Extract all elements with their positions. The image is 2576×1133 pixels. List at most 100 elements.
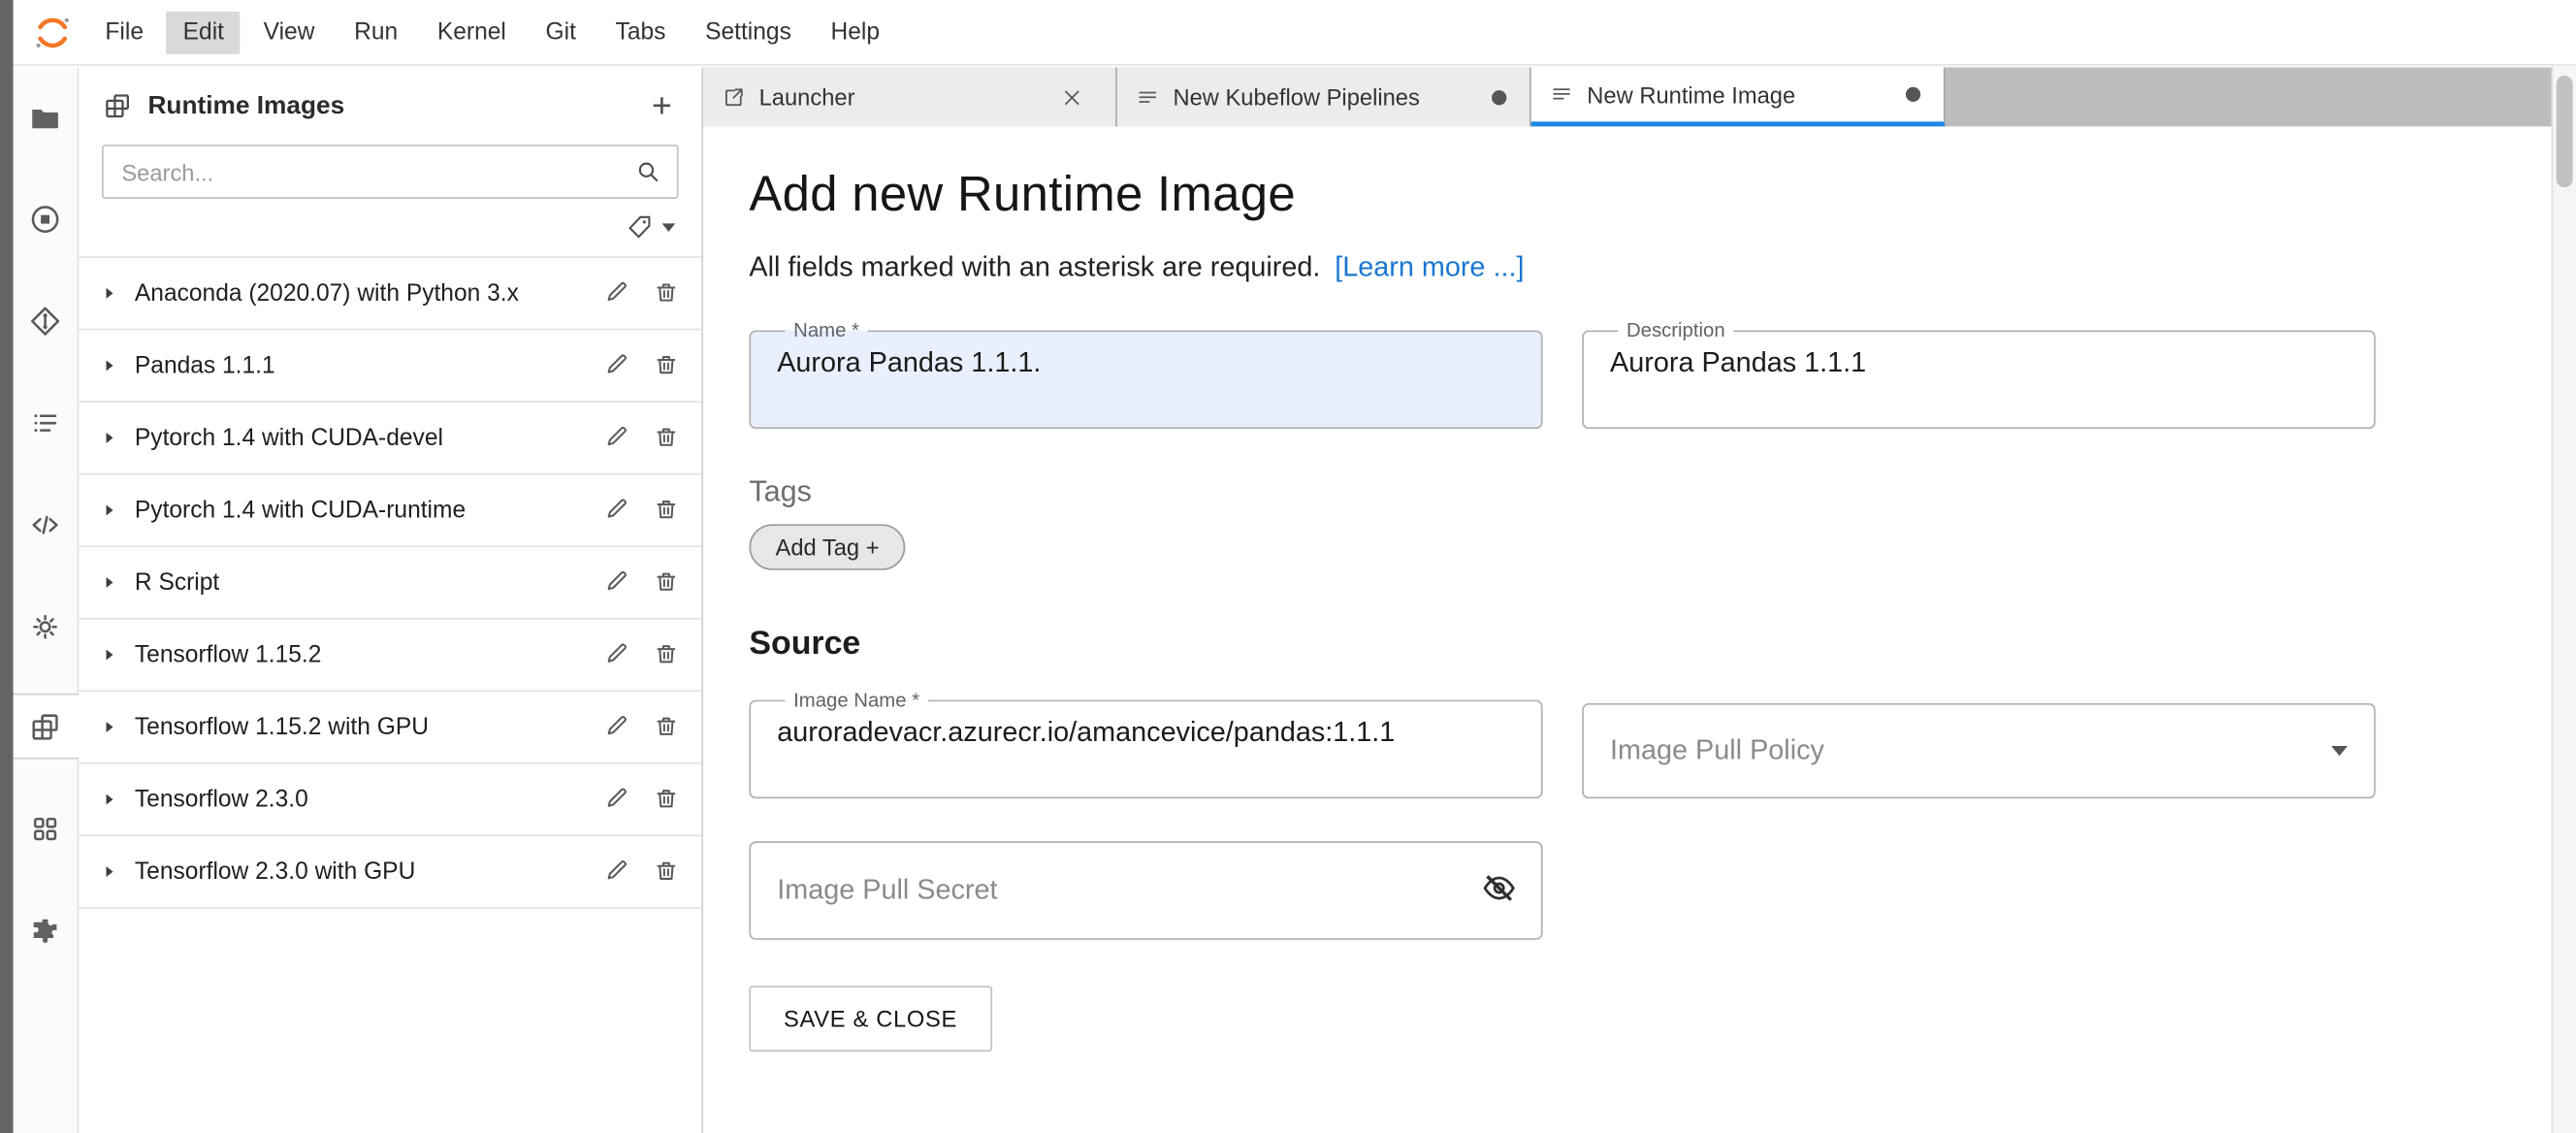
menu-edit[interactable]: Edit	[167, 11, 241, 53]
delete-runtime-image-button[interactable]	[652, 494, 680, 527]
add-runtime-image-button[interactable]: +	[645, 88, 678, 123]
caret-right-icon[interactable]	[100, 502, 118, 520]
runtime-images-sidebar: Runtime Images +	[79, 67, 703, 1133]
learn-more-link[interactable]: [Learn more ...]	[1335, 251, 1524, 282]
menu-kernel[interactable]: Kernel	[421, 11, 523, 53]
caret-right-icon[interactable]	[100, 862, 118, 881]
runtime-image-list: Anaconda (2020.07) with Python 3.x Pandas…	[79, 256, 701, 908]
edit-runtime-image-button[interactable]	[603, 421, 631, 454]
activity-toc-icon[interactable]	[13, 389, 79, 455]
activity-code-icon[interactable]	[13, 491, 79, 557]
activity-puzzle-icon[interactable]	[13, 897, 79, 963]
menu-file[interactable]: File	[88, 11, 159, 53]
activity-git-icon[interactable]	[13, 287, 79, 353]
menu-help[interactable]: Help	[815, 11, 896, 53]
activity-running-icon[interactable]	[13, 185, 79, 251]
search-box[interactable]	[102, 145, 679, 199]
vertical-scrollbar[interactable]	[2552, 66, 2576, 1133]
caret-right-icon[interactable]	[100, 429, 118, 447]
tab-new-kubeflow-pipelines[interactable]: New Kubeflow Pipelines	[1117, 67, 1531, 126]
jupyterlab-window: FileEditViewRunKernelGitTabsSettingsHelp…	[0, 0, 2576, 1133]
runtime-image-row[interactable]: Tensorflow 1.15.2 with GPU	[79, 692, 701, 764]
tag-filter[interactable]	[79, 199, 701, 256]
close-icon[interactable]	[1060, 84, 1084, 109]
search-input[interactable]	[118, 157, 634, 186]
image-pull-policy-select[interactable]: Image Pull Policy	[1582, 703, 2375, 798]
toc-icon	[28, 405, 63, 440]
runtime-image-row[interactable]: Pytorch 1.4 with CUDA-devel	[79, 403, 701, 475]
pencil-icon	[603, 349, 631, 377]
name-field[interactable]: Name *	[749, 320, 1542, 429]
activity-bar	[14, 67, 80, 1133]
folder-icon	[28, 99, 63, 134]
menu-view[interactable]: View	[247, 11, 332, 53]
save-and-close-button[interactable]: SAVE & CLOSE	[749, 986, 991, 1052]
edit-runtime-image-button[interactable]	[603, 276, 631, 309]
edit-runtime-image-button[interactable]	[603, 494, 631, 527]
menu-tabs[interactable]: Tabs	[599, 11, 683, 53]
edit-runtime-image-button[interactable]	[603, 856, 631, 889]
image-name-input[interactable]	[774, 711, 1518, 768]
activity-gear-icon[interactable]	[13, 593, 79, 659]
delete-runtime-image-button[interactable]	[652, 276, 680, 309]
edit-runtime-image-button[interactable]	[603, 566, 631, 599]
app-body: Runtime Images +	[14, 67, 2576, 1133]
delete-runtime-image-button[interactable]	[652, 711, 680, 744]
page-title: Add new Runtime Image	[749, 168, 2576, 224]
delete-runtime-image-button[interactable]	[652, 638, 680, 671]
menu-settings[interactable]: Settings	[689, 11, 808, 53]
caret-right-icon[interactable]	[100, 573, 118, 592]
name-input[interactable]	[774, 341, 1518, 399]
runtime-image-label: Tensorflow 2.3.0	[135, 787, 582, 813]
runtime-image-label: Anaconda (2020.07) with Python 3.x	[135, 280, 582, 307]
description-input[interactable]	[1607, 341, 2351, 399]
image-name-field-label: Image Name *	[786, 690, 928, 711]
edit-runtime-image-button[interactable]	[603, 711, 631, 744]
activity-apps-icon[interactable]	[13, 795, 79, 861]
image-pull-secret-input[interactable]	[774, 872, 1480, 908]
runtime-image-row[interactable]: Pandas 1.1.1	[79, 330, 701, 403]
caret-right-icon[interactable]	[100, 718, 118, 736]
edit-runtime-image-button[interactable]	[603, 638, 631, 671]
image-pull-secret-field[interactable]	[749, 841, 1542, 940]
tab-launcher[interactable]: Launcher	[703, 67, 1117, 126]
source-heading: Source	[749, 626, 2576, 664]
caret-right-icon[interactable]	[100, 646, 118, 664]
runtime-image-row[interactable]: Tensorflow 2.3.0	[79, 764, 701, 837]
delete-runtime-image-button[interactable]	[652, 783, 680, 816]
activity-runtime-images-icon[interactable]	[13, 694, 79, 760]
scrollbar-thumb[interactable]	[2557, 76, 2573, 187]
runtime-image-row[interactable]: R Script	[79, 547, 701, 620]
caret-right-icon[interactable]	[100, 791, 118, 809]
edit-runtime-image-button[interactable]	[603, 783, 631, 816]
activity-folder-icon[interactable]	[13, 83, 79, 149]
runtime-images-icon	[102, 90, 133, 121]
runtime-image-row[interactable]: Pytorch 1.4 with CUDA-runtime	[79, 475, 701, 548]
unsaved-dot-indicator[interactable]	[1492, 89, 1506, 104]
caret-right-icon[interactable]	[100, 357, 118, 375]
image-pull-policy-placeholder: Image Pull Policy	[1610, 734, 2332, 767]
delete-runtime-image-button[interactable]	[652, 349, 680, 382]
delete-runtime-image-button[interactable]	[652, 566, 680, 599]
pencil-icon	[603, 494, 631, 522]
menu-run[interactable]: Run	[338, 11, 414, 53]
tags-label: Tags	[749, 475, 2576, 510]
menu-git[interactable]: Git	[530, 11, 593, 53]
trash-icon	[652, 494, 680, 522]
toggle-secret-visibility-button[interactable]	[1480, 869, 1518, 912]
delete-runtime-image-button[interactable]	[652, 421, 680, 454]
description-field[interactable]: Description	[1582, 320, 2375, 429]
caret-right-icon[interactable]	[100, 284, 118, 303]
file-lines-icon	[1135, 84, 1159, 109]
edit-runtime-image-button[interactable]	[603, 349, 631, 382]
main-area: LauncherNew Kubeflow PipelinesNew Runtim…	[703, 67, 2576, 1133]
unsaved-dot-indicator[interactable]	[1906, 87, 1920, 102]
tab-new-runtime-image[interactable]: New Runtime Image	[1531, 67, 1946, 126]
image-name-field[interactable]: Image Name *	[749, 690, 1542, 798]
runtime-image-row[interactable]: Anaconda (2020.07) with Python 3.x	[79, 258, 701, 331]
delete-runtime-image-button[interactable]	[652, 856, 680, 889]
add-tag-button[interactable]: Add Tag +	[749, 524, 905, 569]
trash-icon	[652, 856, 680, 884]
runtime-image-row[interactable]: Tensorflow 2.3.0 with GPU	[79, 836, 701, 909]
runtime-image-row[interactable]: Tensorflow 1.15.2	[79, 620, 701, 693]
